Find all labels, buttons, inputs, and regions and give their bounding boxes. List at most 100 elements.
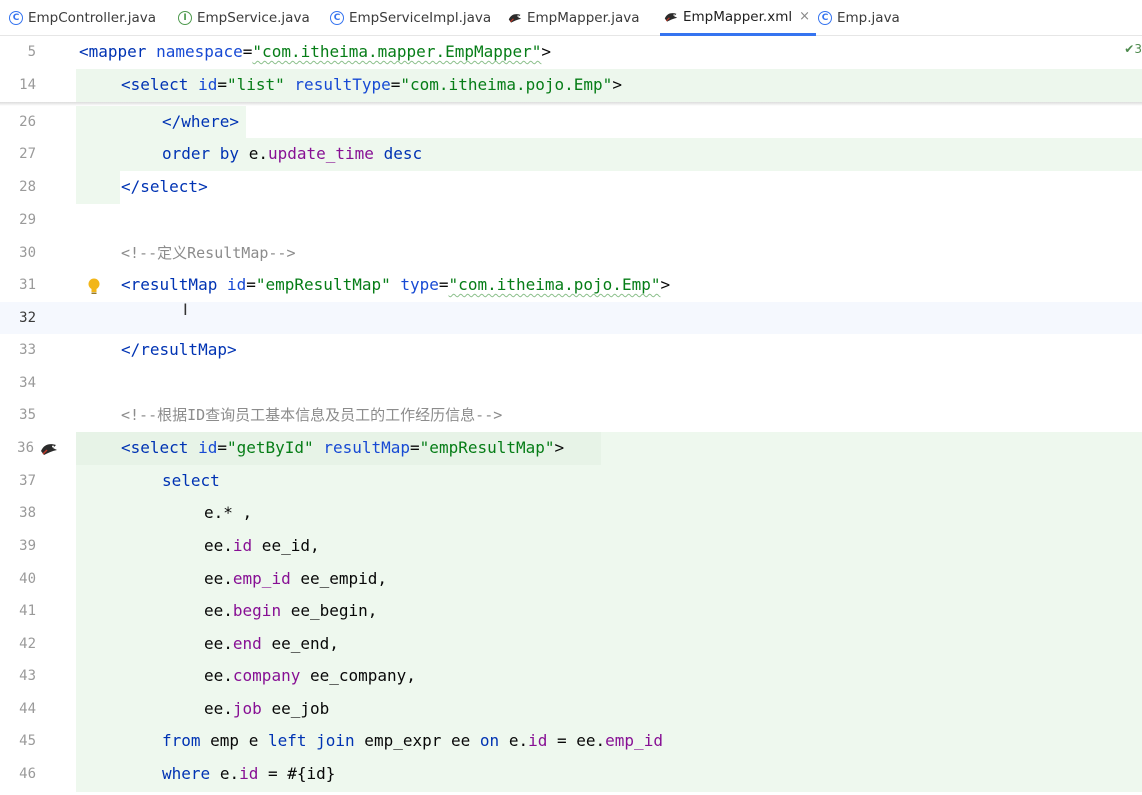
text-cursor-icon: I (183, 300, 188, 319)
line-number: 41 (19, 603, 36, 619)
code-text: ee.end ee_end, (204, 634, 339, 653)
lightbulb-icon[interactable] (86, 277, 102, 297)
tab-emp-controller[interactable]: C EmpController.java (9, 0, 156, 36)
code-text: </select> (121, 171, 208, 203)
sticky-line-5[interactable]: 5 <mapper namespace="com.itheima.mapper.… (0, 36, 1142, 68)
code-line-39[interactable]: 39 ee.id ee_id, (0, 530, 1142, 562)
tab-emp-java[interactable]: C Emp.java (818, 0, 900, 36)
inspection-status[interactable]: ✔3 (1124, 42, 1142, 56)
code-line-38[interactable]: 38 e.* , (0, 497, 1142, 529)
code-line-40[interactable]: 40 ee.emp_id ee_empid, (0, 563, 1142, 595)
code-text: <select id="getById" resultMap="empResul… (121, 438, 565, 457)
xml-attr: id (198, 438, 218, 457)
tab-label: Emp.java (837, 10, 900, 26)
sql-keyword: desc (383, 144, 423, 163)
tab-label: EmpMapper.java (527, 10, 640, 26)
sql-keyword: from (162, 731, 201, 750)
interface-icon: I (178, 11, 192, 25)
xml-value: "list" (226, 75, 285, 94)
code-line-45[interactable]: 45 from emp e left join emp_expr ee on e… (0, 725, 1142, 757)
sql-keyword: select (162, 471, 220, 490)
code-line-29[interactable]: 29 (0, 204, 1142, 236)
sql-field: company (232, 666, 301, 685)
xml-attr: namespace (156, 42, 243, 61)
line-number: 43 (19, 668, 36, 684)
code-line-33[interactable]: 33 </resultMap> (0, 334, 1142, 366)
xml-comment: <!--定义ResultMap--> (121, 244, 296, 262)
sql-keyword: left join (267, 731, 355, 750)
code-line-26[interactable]: 26 </where> (0, 106, 1142, 138)
code-line-44[interactable]: 44 ee.job ee_job (0, 693, 1142, 725)
line-number: 40 (19, 571, 36, 587)
check-icon: ✔ (1124, 42, 1135, 56)
xml-tag: </resultMap> (121, 340, 237, 359)
line-number: 45 (19, 733, 36, 749)
code-line-32[interactable]: 32 (0, 302, 1142, 334)
code-text: ee.id ee_id, (204, 536, 320, 555)
tab-emp-mapper-java[interactable]: EmpMapper.java (508, 0, 640, 36)
line-number: 30 (19, 245, 36, 261)
code-line-42[interactable]: 42 ee.end ee_end, (0, 628, 1142, 660)
code-line-35[interactable]: 35 <!--根据ID查询员工基本信息及员工的工作经历信息--> (0, 399, 1142, 431)
code-text: e.* , (204, 503, 253, 522)
line-number: 28 (19, 179, 36, 195)
code-text: </resultMap> (121, 334, 237, 366)
line-number: 26 (19, 114, 36, 130)
tab-label: EmpServiceImpl.java (349, 10, 492, 26)
class-icon: C (818, 11, 832, 25)
code-line-30[interactable]: 30 <!--定义ResultMap--> (0, 237, 1142, 269)
xml-tag: <select (121, 75, 189, 94)
line-number: 42 (19, 636, 36, 652)
code-text: ee.company ee_company, (204, 666, 416, 685)
tab-emp-service[interactable]: I EmpService.java (178, 0, 310, 36)
close-icon[interactable]: × (799, 9, 810, 24)
line-number: 27 (19, 146, 36, 162)
sql-field: end (232, 634, 262, 653)
line-number: 37 (19, 473, 36, 489)
xml-tag: <mapper (79, 42, 147, 61)
code-line-41[interactable]: 41 ee.begin ee_begin, (0, 595, 1142, 627)
sql-keyword: order by (162, 144, 240, 163)
code-line-36[interactable]: 36 <select id="getById" resultMap="empRe… (0, 432, 1142, 464)
line-number: 32 (19, 310, 36, 326)
sql-keyword: on (479, 731, 500, 750)
code-text: <select id="list" resultType="com.itheim… (121, 75, 622, 94)
xml-attr: resultMap (323, 438, 411, 457)
line-number: 31 (19, 277, 36, 293)
tab-label: EmpService.java (197, 10, 310, 26)
tab-emp-mapper-xml[interactable]: EmpMapper.xml × (660, 0, 817, 36)
sql-field: emp_id (232, 569, 291, 588)
xml-attr: resultType (294, 75, 391, 94)
xml-attr: id (198, 75, 218, 94)
sticky-line-14[interactable]: 14 <select id="list" resultType="com.ith… (0, 69, 1142, 101)
tab-label: EmpMapper.xml (683, 8, 793, 25)
code-line-43[interactable]: 43 ee.company ee_company, (0, 660, 1142, 692)
line-number: 46 (19, 766, 36, 782)
code-line-34[interactable]: 34 (0, 367, 1142, 399)
code-line-27[interactable]: 27 order by e.update_time desc (0, 138, 1142, 170)
xml-value: "empResultMap" (419, 438, 555, 457)
inspection-count: 3 (1134, 42, 1142, 56)
tab-emp-service-impl[interactable]: C EmpServiceImpl.java (330, 0, 491, 36)
code-text: <resultMap id="empResultMap" type="com.i… (121, 275, 671, 294)
line-number: 44 (19, 701, 36, 717)
code-text: <mapper namespace="com.itheima.mapper.Em… (79, 42, 552, 61)
sql-field: job (232, 699, 262, 718)
code-line-28[interactable]: 28 </select> (0, 171, 1142, 203)
class-icon: C (9, 11, 23, 25)
code-text: ee.begin ee_begin, (204, 601, 378, 620)
xml-tag: <resultMap (121, 275, 218, 294)
line-number: 35 (19, 407, 36, 423)
sql-field: begin (232, 601, 282, 620)
code-line-46[interactable]: 46 where e.id = #{id} (0, 758, 1142, 790)
line-number: 38 (19, 505, 36, 521)
mybatis-bird-icon (508, 11, 522, 25)
code-line-31[interactable]: 31 <resultMap id="empResultMap" type="co… (0, 269, 1142, 301)
mybatis-navigate-icon[interactable] (40, 441, 58, 460)
sql-field: id (232, 536, 253, 555)
line-number: 5 (27, 44, 36, 60)
code-text: ee.job ee_job (204, 699, 330, 718)
code-text: order by e.update_time desc (162, 144, 423, 163)
xml-value: "com.itheima.pojo.Emp" (400, 75, 613, 94)
code-line-37[interactable]: 37 select (0, 465, 1142, 497)
